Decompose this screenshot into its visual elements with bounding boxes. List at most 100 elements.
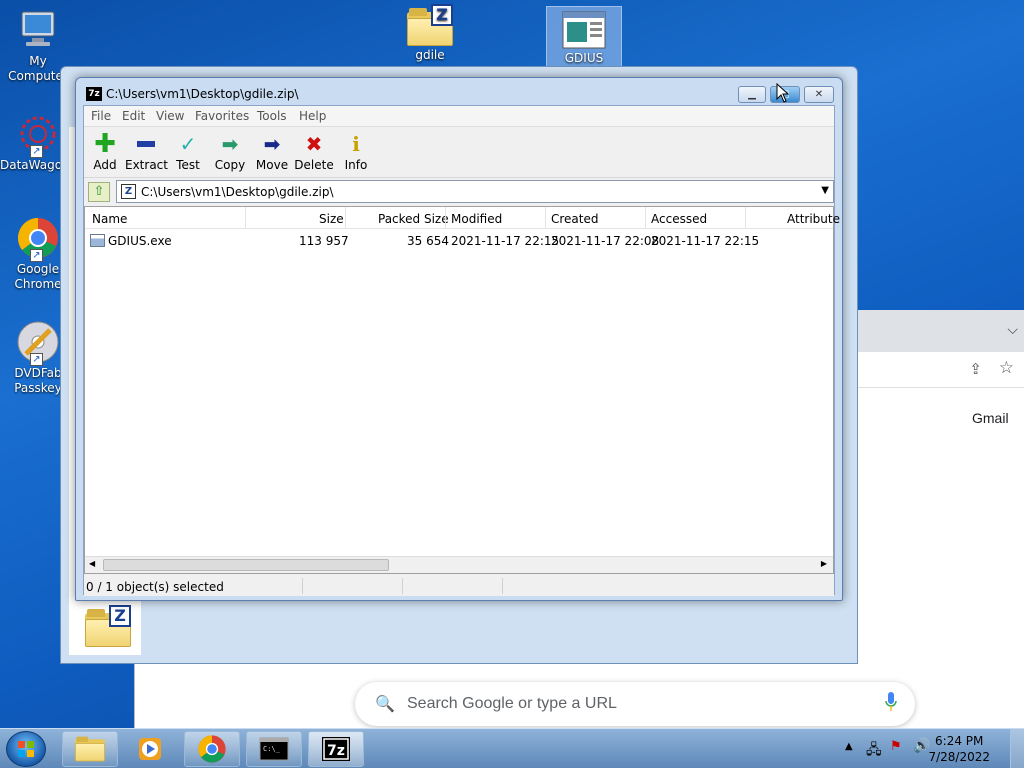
7zip-app-icon: 7z xyxy=(86,87,102,101)
clock-date: 7/28/2022 xyxy=(928,750,990,764)
chrome-icon: ↗ xyxy=(16,216,60,262)
scrollbar-thumb[interactable] xyxy=(103,559,389,571)
column-divider[interactable] xyxy=(445,207,446,229)
microphone-icon[interactable] xyxy=(885,692,897,711)
exe-file-icon xyxy=(90,234,105,247)
chevron-down-icon[interactable]: ⌵ xyxy=(1007,322,1018,338)
google-search-box[interactable]: 🔍 Search Google or type a URL xyxy=(355,682,915,726)
taskbar-media-player[interactable] xyxy=(122,731,178,767)
column-divider[interactable] xyxy=(245,207,246,229)
7zip-icon: 7z xyxy=(322,737,350,761)
address-bar-row: ⇧ Z C:\Users\vm1\Desktop\gdile.zip\ ▼ xyxy=(84,180,834,204)
column-divider[interactable] xyxy=(345,207,346,229)
menu-tools[interactable]: Tools xyxy=(257,109,287,123)
taskbar-explorer[interactable] xyxy=(62,731,118,767)
tray-expand-icon[interactable]: ▲ xyxy=(845,741,853,752)
horizontal-scrollbar[interactable]: ◀ ▶ xyxy=(85,556,833,573)
column-divider[interactable] xyxy=(745,207,746,229)
toolbar: ✚ Add Extract ✓ Test ➡ Copy ➡ Move ✖ Del… xyxy=(84,128,834,178)
svg-text:C:\_: C:\_ xyxy=(263,745,281,753)
status-divider xyxy=(502,578,503,594)
desktop-icon-gdile[interactable]: Z gdile xyxy=(392,4,468,63)
media-player-icon xyxy=(139,738,161,760)
chevron-down-icon[interactable]: ▼ xyxy=(821,185,829,196)
menu-edit[interactable]: Edit xyxy=(122,109,145,123)
menu-file[interactable]: File xyxy=(91,109,111,123)
chrome-icon xyxy=(198,735,226,763)
svg-text:7z: 7z xyxy=(327,743,345,759)
show-desktop-button[interactable] xyxy=(1010,729,1024,768)
column-attribute[interactable]: Attribute xyxy=(787,212,840,226)
desktop-icon-label: GDIUS xyxy=(564,51,604,65)
taskbar: C:\_ 7z ▲ 🖧 ⚑ 🔊 6:24 PM 7/28/2022 xyxy=(0,728,1024,768)
address-field[interactable]: Z C:\Users\vm1\Desktop\gdile.zip\ ▼ xyxy=(116,180,834,203)
zip-folder-icon: Z xyxy=(85,605,131,647)
menu-favorites[interactable]: Favorites xyxy=(195,109,249,123)
close-button[interactable]: ✕ xyxy=(804,86,834,103)
desktop-icon-label: DVDFab Passkey xyxy=(14,366,62,395)
file-list: Name Size Packed Size Modified Created A… xyxy=(84,206,840,574)
status-bar: 0 / 1 object(s) selected xyxy=(84,576,834,596)
exe-file-icon xyxy=(562,11,606,49)
delete-button[interactable]: ✖ Delete xyxy=(293,132,335,172)
column-created[interactable]: Created xyxy=(551,212,599,226)
action-center-icon[interactable]: ⚑ xyxy=(890,739,902,754)
7zip-window: 7z C:\Users\vm1\Desktop\gdile.zip\ ▁ ▢ ✕… xyxy=(75,77,843,601)
column-name[interactable]: Name xyxy=(92,212,127,226)
window-title: C:\Users\vm1\Desktop\gdile.zip\ xyxy=(106,87,299,101)
gmail-link[interactable]: Gmail xyxy=(972,410,1009,426)
bookmark-star-icon[interactable]: ☆ xyxy=(999,358,1014,378)
plus-icon: ✚ xyxy=(94,129,116,159)
7zip-client-area: File Edit View Favorites Tools Help ✚ Ad… xyxy=(83,105,840,596)
file-packed-size: 35 654 xyxy=(407,234,449,248)
x-icon: ✖ xyxy=(305,132,323,156)
move-button[interactable]: ➡ Move xyxy=(251,132,293,172)
scroll-right-icon[interactable]: ▶ xyxy=(821,559,827,568)
taskbar-command-prompt[interactable]: C:\_ xyxy=(246,731,302,767)
taskbar-chrome[interactable] xyxy=(184,731,240,767)
move-label: Move xyxy=(255,158,289,172)
column-accessed[interactable]: Accessed xyxy=(651,212,707,226)
zip-archive-icon: Z xyxy=(121,184,136,199)
copy-label: Copy xyxy=(214,158,246,172)
info-button[interactable]: i Info xyxy=(335,132,377,172)
test-button[interactable]: ✓ Test xyxy=(167,132,209,172)
test-label: Test xyxy=(176,158,200,172)
info-icon: i xyxy=(352,132,360,156)
start-button[interactable] xyxy=(6,731,46,767)
search-icon: 🔍 xyxy=(375,694,395,713)
status-divider xyxy=(402,578,403,594)
column-size[interactable]: Size xyxy=(319,212,344,226)
system-clock[interactable]: 6:24 PM 7/28/2022 xyxy=(928,733,990,765)
share-icon[interactable]: ⇪ xyxy=(969,360,982,378)
zip-folder-icon: Z xyxy=(407,4,453,46)
file-row[interactable]: GDIUS.exe 113 957 35 654 2021-11-17 22:1… xyxy=(85,232,833,250)
column-divider[interactable] xyxy=(545,207,546,229)
column-divider[interactable] xyxy=(645,207,646,229)
search-placeholder: Search Google or type a URL xyxy=(407,695,617,712)
folder-icon xyxy=(75,736,105,762)
copy-button[interactable]: ➡ Copy xyxy=(209,132,251,172)
address-text: C:\Users\vm1\Desktop\gdile.zip\ xyxy=(141,185,334,199)
mouse-cursor-icon xyxy=(776,83,790,103)
copy-arrow-icon: ➡ xyxy=(221,132,239,156)
network-icon[interactable]: 🖧 xyxy=(866,739,882,763)
minimize-icon: ▁ xyxy=(748,89,756,100)
extract-label: Extract xyxy=(125,158,168,172)
column-packed-size[interactable]: Packed Size xyxy=(378,212,449,226)
menu-help[interactable]: Help xyxy=(299,109,326,123)
column-modified[interactable]: Modified xyxy=(451,212,502,226)
add-label: Add xyxy=(93,158,117,172)
selection-status: 0 / 1 object(s) selected xyxy=(86,580,224,594)
minimize-button[interactable]: ▁ xyxy=(738,86,766,103)
minus-icon xyxy=(125,132,167,156)
menu-view[interactable]: View xyxy=(156,109,184,123)
taskbar-7zip[interactable]: 7z xyxy=(308,731,364,767)
folder-up-button[interactable]: ⇧ xyxy=(88,182,110,202)
info-label: Info xyxy=(344,158,368,172)
clock-time: 6:24 PM xyxy=(935,734,984,748)
extract-button[interactable]: Extract xyxy=(125,132,168,172)
scroll-left-icon[interactable]: ◀ xyxy=(89,559,95,568)
add-button[interactable]: ✚ Add xyxy=(84,129,126,172)
desktop-icon-gdius[interactable]: GDIUS xyxy=(546,6,622,68)
